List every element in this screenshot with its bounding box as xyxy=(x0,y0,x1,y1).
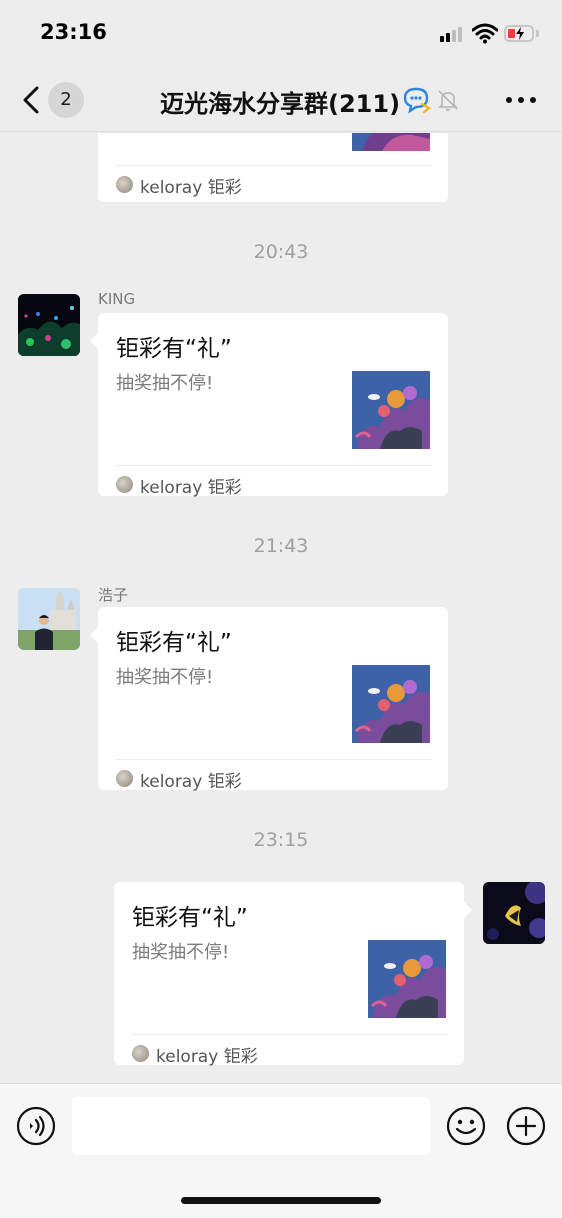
avatar[interactable] xyxy=(18,294,80,356)
source-label: keloray 钜彩 xyxy=(156,1047,258,1067)
card-thumbnail xyxy=(352,371,430,449)
nav-bar: 2 迈光海水分享群(211) xyxy=(0,68,562,132)
link-card[interactable]: 钜彩有“礼” 抽奖抽不停! keloray 钜彩 xyxy=(114,882,472,1067)
battery-icon xyxy=(504,25,534,42)
timestamp: 20:43 xyxy=(253,241,309,263)
wifi-icon xyxy=(472,23,498,44)
source-label: keloray 钜彩 xyxy=(140,478,242,498)
card-title: 钜彩有“礼” xyxy=(116,630,232,656)
battery-tip xyxy=(536,30,539,37)
chat-bubbles-icon xyxy=(403,87,432,114)
link-card[interactable]: 钜彩有“礼” 抽奖抽不停! keloray 钜彩 xyxy=(90,607,448,792)
card-thumbnail xyxy=(352,665,430,743)
bell-slash-icon xyxy=(438,90,458,111)
back-button[interactable]: 2 xyxy=(18,82,88,118)
source-logo-icon xyxy=(132,1045,149,1062)
plus-icon[interactable] xyxy=(506,1106,546,1146)
sender-name: KING xyxy=(98,290,136,308)
timestamp: 23:15 xyxy=(253,829,309,851)
source-label: keloray 钜彩 xyxy=(140,772,242,792)
timestamp: 21:43 xyxy=(253,535,309,557)
source-label: keloray 钜彩 xyxy=(140,178,242,198)
source-logo-icon xyxy=(116,176,133,193)
cellular-signal-icon xyxy=(440,26,466,42)
card-divider xyxy=(132,1034,448,1035)
card-thumbnail xyxy=(352,133,430,151)
card-divider xyxy=(116,465,432,466)
more-options-button[interactable] xyxy=(504,90,538,110)
chevron-left-icon xyxy=(23,86,39,114)
voice-icon[interactable] xyxy=(16,1106,56,1146)
message-input[interactable] xyxy=(72,1097,430,1155)
link-card[interactable]: 钜彩有“礼” 抽奖抽不停! keloray 钜彩 xyxy=(90,313,448,498)
source-logo-icon xyxy=(116,770,133,787)
avatar[interactable] xyxy=(18,588,80,650)
card-title: 钜彩有“礼” xyxy=(132,905,248,931)
card-thumbnail xyxy=(368,940,446,1018)
avatar[interactable] xyxy=(483,882,545,944)
more-dots-icon xyxy=(506,97,512,103)
source-logo-icon xyxy=(116,476,133,493)
unread-count-badge: 2 xyxy=(48,82,84,118)
card-description: 抽奖抽不停! xyxy=(132,942,230,963)
home-indicator[interactable] xyxy=(181,1197,381,1204)
card-divider xyxy=(116,759,432,760)
sender-name: 浩子 xyxy=(98,586,129,604)
status-bar: 23:16 xyxy=(0,0,562,68)
emoji-icon[interactable] xyxy=(446,1106,486,1146)
status-time: 23:16 xyxy=(40,20,107,44)
card-description: 抽奖抽不停! xyxy=(116,667,214,688)
card-title: 钜彩有“礼” xyxy=(116,336,232,362)
link-card[interactable]: keloray 钜彩 xyxy=(98,133,448,202)
chat-messages[interactable]: keloray 钜彩 20:43 KING 钜彩有“礼” 抽奖抽不停! kelo… xyxy=(0,133,562,1083)
card-description: 抽奖抽不停! xyxy=(116,373,214,394)
card-divider xyxy=(116,165,432,166)
page-title: 迈光海水分享群(211) xyxy=(160,90,401,118)
